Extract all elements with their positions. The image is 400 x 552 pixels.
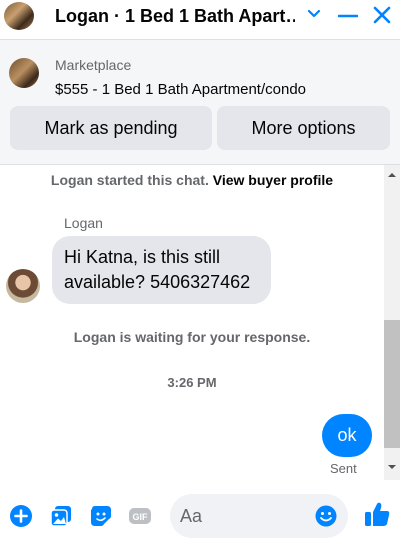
thumbs-up-icon[interactable] [363, 500, 391, 528]
chat-header: Logan · 1 Bed 1 Bath Apart… [0, 0, 400, 32]
chat-title[interactable]: Logan · 1 Bed 1 Bath Apart… [55, 6, 295, 27]
plus-icon[interactable] [9, 504, 33, 528]
scroll-up-arrow-icon[interactable] [387, 170, 397, 180]
incoming-message-bubble[interactable]: Hi Katna, is this still available? 54063… [52, 236, 271, 304]
close-icon[interactable] [372, 5, 392, 25]
avatar[interactable] [6, 269, 40, 303]
marketplace-card: Marketplace $555 - 1 Bed 1 Bath Apartmen… [0, 40, 400, 164]
mark-as-pending-button[interactable]: Mark as pending [10, 106, 212, 150]
started-text: Logan started this chat. [50, 172, 209, 188]
scrollbar-thumb[interactable] [384, 320, 400, 448]
gif-icon[interactable]: GIF [128, 504, 152, 528]
minimize-icon[interactable] [338, 6, 358, 26]
emoji-icon[interactable] [314, 504, 338, 528]
listing-title[interactable]: $555 - 1 Bed 1 Bath Apartment/condo [55, 81, 306, 98]
outgoing-message-bubble[interactable]: ok [322, 414, 372, 457]
message-timestamp: 3:26 PM [167, 375, 217, 390]
chevron-down-icon[interactable] [306, 6, 322, 22]
message-thread: Logan started this chat. View buyer prof… [0, 165, 384, 480]
svg-text:GIF: GIF [133, 512, 149, 522]
delivery-status: Sent [330, 461, 357, 476]
marketplace-label: Marketplace [55, 57, 132, 73]
sticker-icon[interactable] [89, 504, 113, 528]
listing-thumbnail[interactable] [4, 2, 34, 30]
photo-icon[interactable] [49, 504, 73, 528]
sender-name: Logan [64, 215, 103, 231]
chat-started-notice: Logan started this chat. View buyer prof… [0, 172, 384, 188]
scroll-down-arrow-icon[interactable] [387, 462, 397, 472]
waiting-notice: Logan is waiting for your response. [73, 329, 311, 345]
view-buyer-profile-link[interactable]: View buyer profile [213, 172, 333, 188]
message-composer: GIF [0, 480, 400, 552]
listing-photo[interactable] [9, 58, 39, 88]
more-options-button[interactable]: More options [217, 106, 390, 150]
